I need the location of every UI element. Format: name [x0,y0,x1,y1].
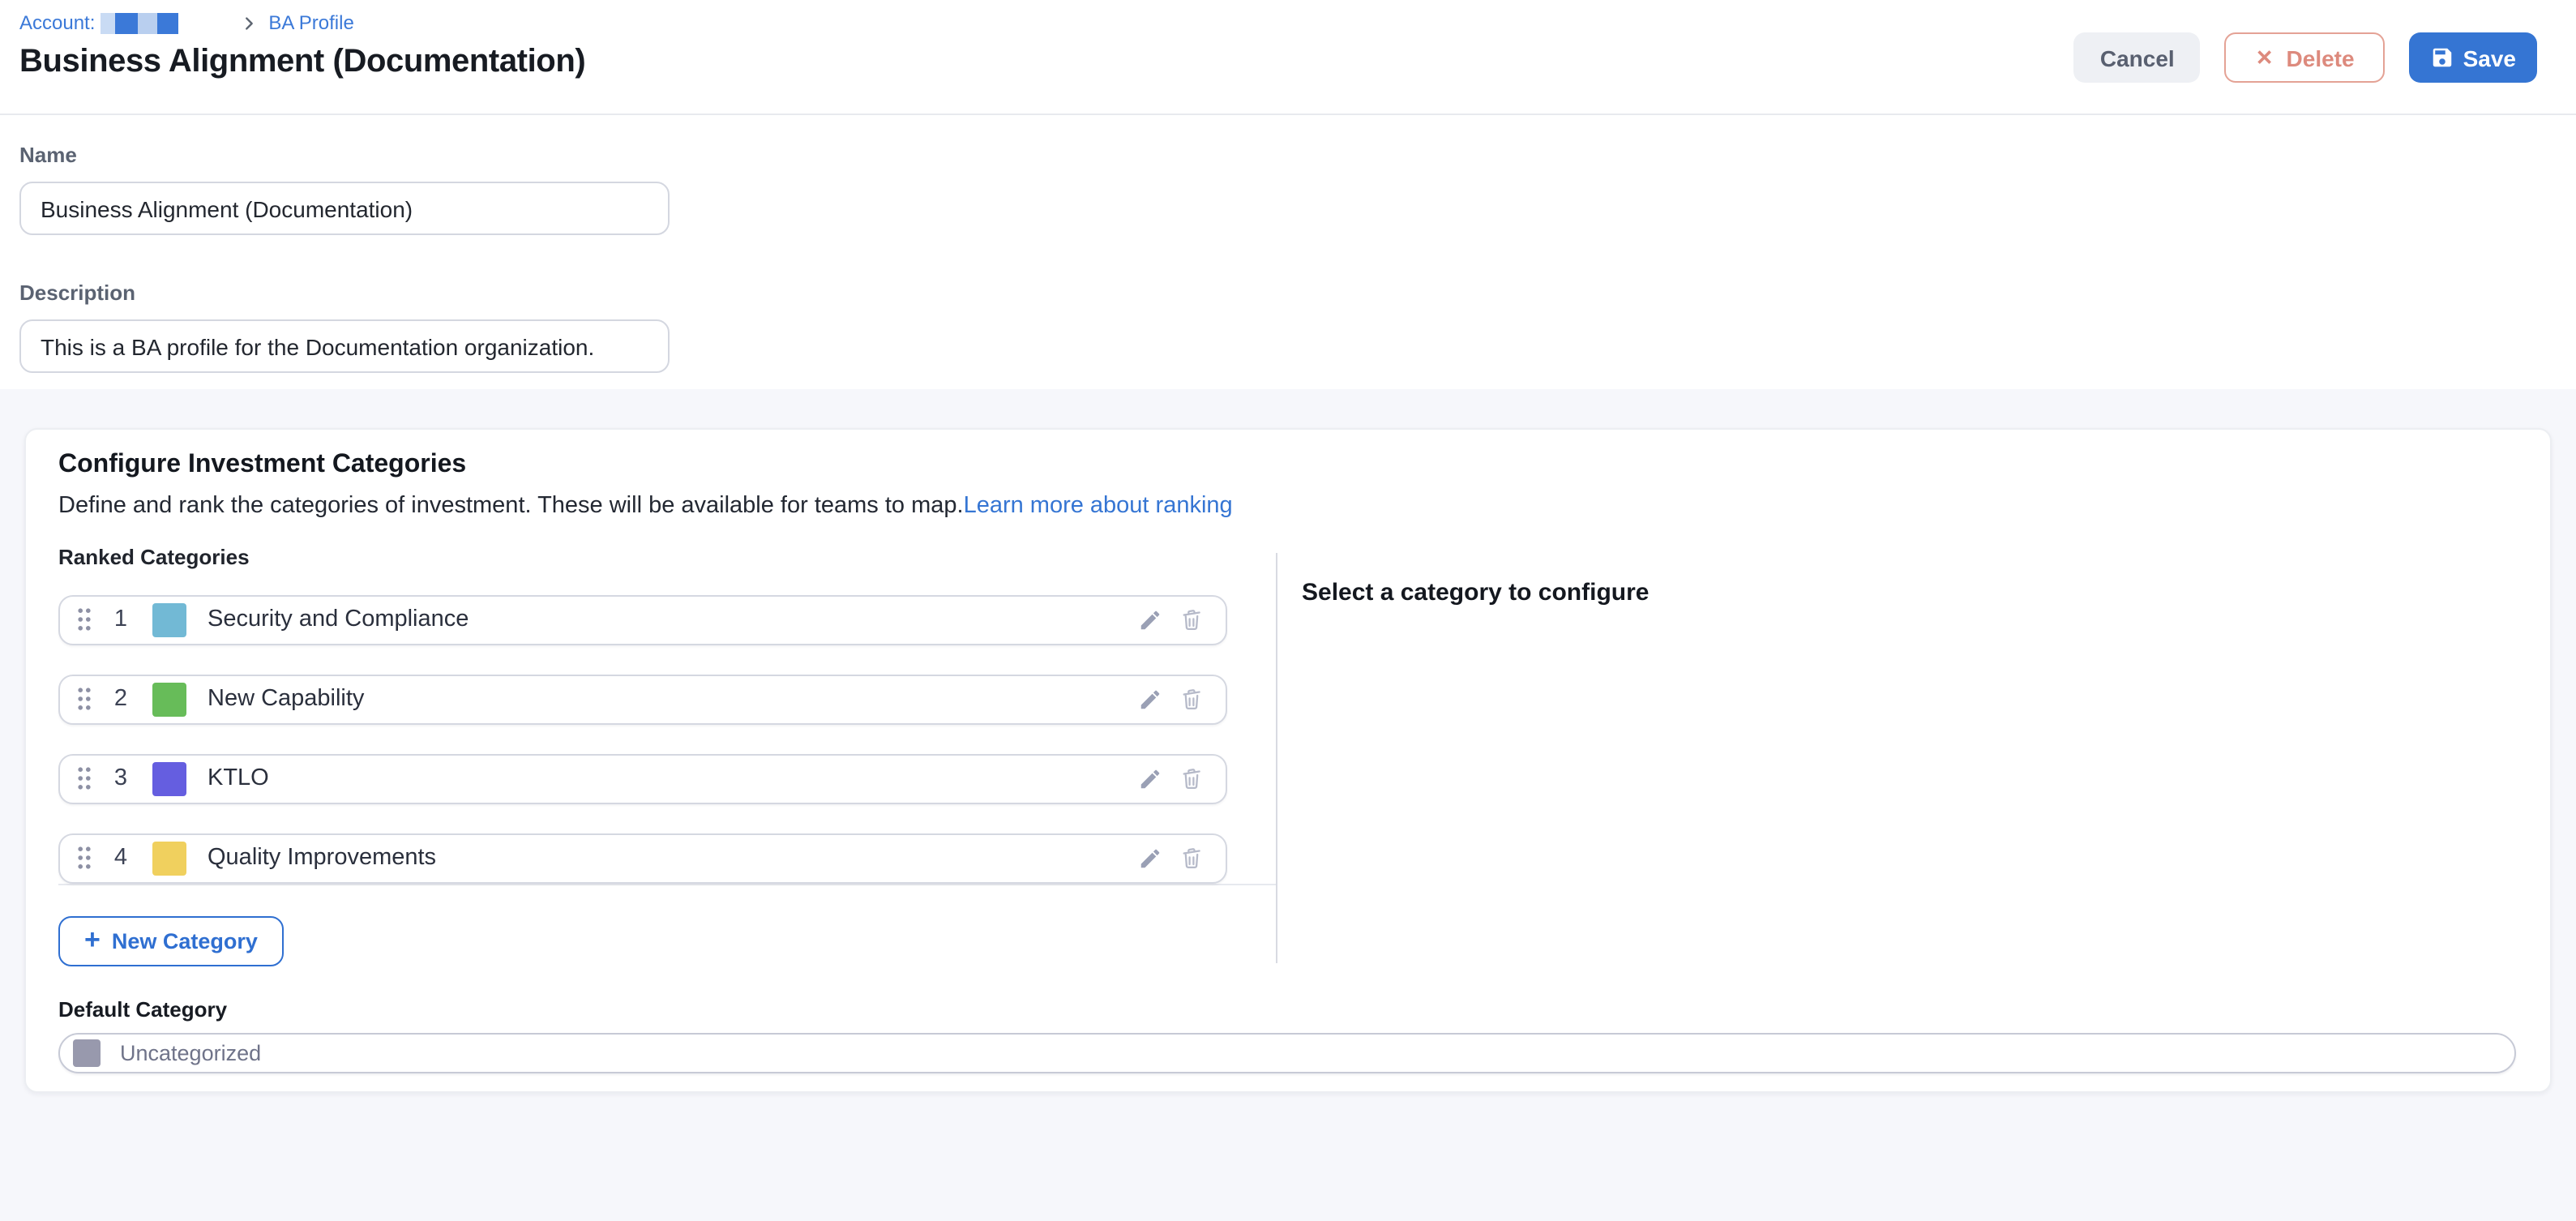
category-name: New Capability [208,686,1128,712]
header-actions: Cancel ✕ Delete Save [2074,32,2537,83]
drag-handle-icon[interactable] [76,765,92,791]
uncategorized-name: Uncategorized [120,1040,261,1065]
description-label: Description [19,281,2576,305]
delete-category-button[interactable] [1170,757,1213,799]
category-row[interactable]: 4 Quality Improvements [58,833,1227,883]
investment-categories-card: Configure Investment Categories Define a… [24,428,2552,1093]
breadcrumb-account-label: Account: [19,11,95,34]
new-category-label: New Category [112,928,258,953]
plus-icon: + [84,926,101,953]
category-color-swatch [152,841,186,875]
drag-handle-icon[interactable] [76,845,92,871]
trash-icon [1179,686,1205,712]
category-rank: 2 [109,686,133,712]
profile-form: Name Description [0,115,2576,389]
edit-category-button[interactable] [1128,837,1170,879]
pencil-icon [1137,687,1162,711]
delete-button[interactable]: ✕ Delete [2225,32,2386,83]
category-color-swatch [152,761,186,795]
delete-category-button[interactable] [1170,598,1213,640]
category-color-swatch [152,602,186,636]
account-name-redacted [100,12,178,33]
category-rank: 1 [109,606,133,632]
edit-category-button[interactable] [1128,598,1170,640]
category-color-swatch [152,682,186,716]
page-header: Account: BA Profile Business Alignment (… [0,0,2576,115]
page: Account: BA Profile Business Alignment (… [0,0,2576,1221]
ranked-categories-label: Ranked Categories [58,544,2518,568]
breadcrumb-ba-profile-link[interactable]: BA Profile [268,11,353,34]
category-row[interactable]: 1 Security and Compliance [58,594,1227,645]
pencil-icon [1137,766,1162,790]
delete-category-button[interactable] [1170,837,1213,879]
chevron-right-icon [239,14,257,32]
pencil-icon [1137,607,1162,632]
category-rank: 3 [109,765,133,791]
description-input[interactable] [19,319,670,373]
drag-handle-icon[interactable] [76,686,92,712]
name-label: Name [19,143,2576,167]
category-name: Security and Compliance [208,606,1128,632]
trash-icon [1179,765,1205,791]
card-subtitle: Define and rank the categories of invest… [58,491,2518,523]
edit-category-button[interactable] [1128,757,1170,799]
uncategorized-color-swatch [73,1039,101,1066]
new-category-button[interactable]: + New Category [58,915,284,966]
category-name: Quality Improvements [208,845,1128,871]
name-input[interactable] [19,182,670,235]
delete-button-label: Delete [2287,45,2355,71]
panel-divider [1276,553,1277,963]
trash-icon [1179,845,1205,871]
delete-category-button[interactable] [1170,678,1213,720]
category-row[interactable]: 3 KTLO [58,753,1227,803]
pencil-icon [1137,846,1162,870]
x-icon: ✕ [2256,45,2274,71]
cancel-button[interactable]: Cancel [2074,32,2201,83]
category-row[interactable]: 2 New Capability [58,674,1227,724]
save-button-label: Save [2463,45,2516,71]
lower-section: Configure Investment Categories Define a… [0,389,2576,1221]
drag-handle-icon[interactable] [76,606,92,632]
category-list: 1 Security and Compliance 2 New Capabili… [58,594,1276,885]
floppy-disk-icon [2431,45,2455,70]
category-name: KTLO [208,765,1128,791]
card-subtitle-text: Define and rank the categories of invest… [58,493,964,519]
category-rank: 4 [109,845,133,871]
learn-more-link[interactable]: Learn more about ranking [964,493,1233,519]
empty-state-text: Select a category to configure [1302,579,1649,606]
trash-icon [1179,606,1205,632]
edit-category-button[interactable] [1128,678,1170,720]
card-title: Configure Investment Categories [58,451,2518,480]
default-category-row[interactable]: Uncategorized [58,1032,2516,1073]
default-category-label: Default Category [58,996,2518,1021]
save-button[interactable]: Save [2410,32,2537,83]
